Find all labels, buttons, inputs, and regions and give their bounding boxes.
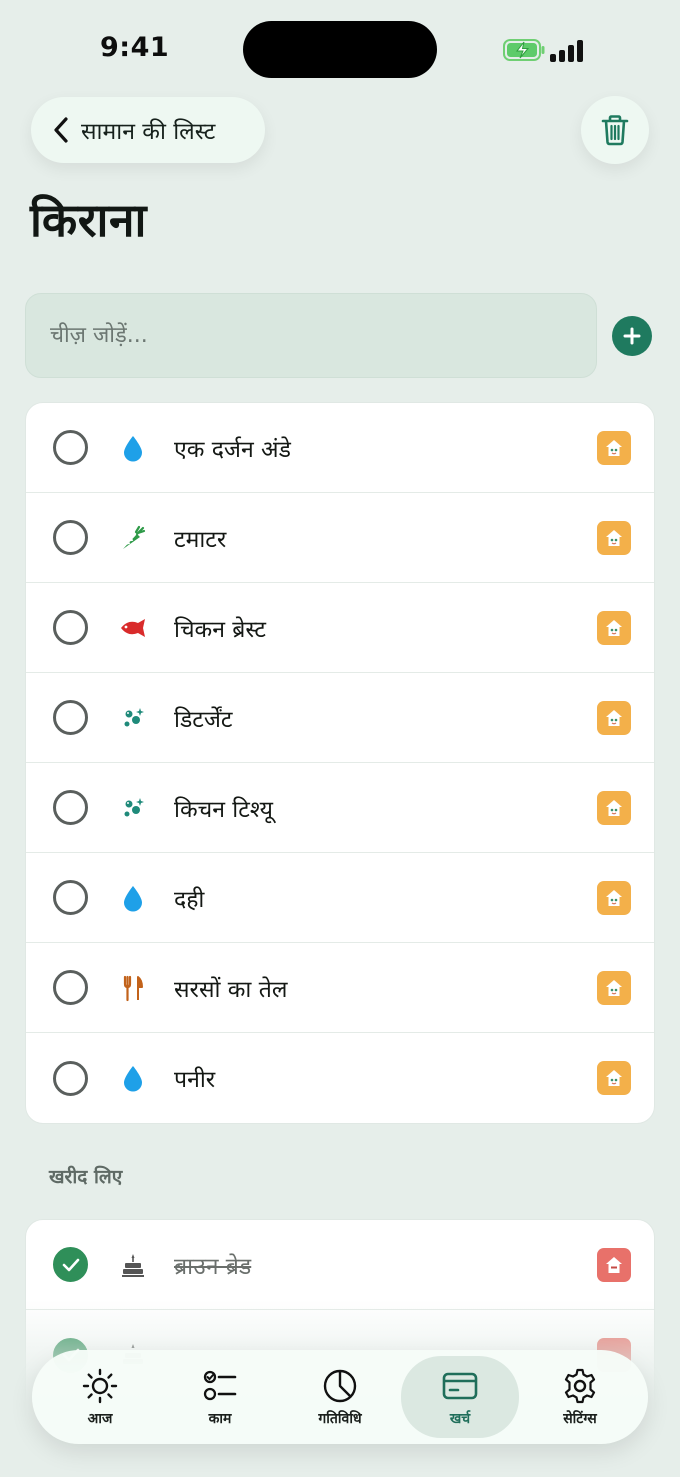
household-avatar-icon[interactable] [597, 790, 631, 825]
droplet-icon [118, 1063, 148, 1093]
household-avatar-icon[interactable] [597, 430, 631, 465]
pie-chart-icon [323, 1369, 357, 1402]
item-checkbox[interactable] [53, 520, 88, 555]
list-item[interactable]: सरसों का तेल [26, 943, 654, 1033]
list-item[interactable]: डिटर्जेंट [26, 673, 654, 763]
item-checkbox-checked[interactable] [53, 1247, 88, 1282]
list-item[interactable]: चिकन ब्रेस्ट [26, 583, 654, 673]
chevron-left-icon [54, 117, 68, 143]
tab-expenses[interactable]: खर्च [401, 1356, 519, 1438]
droplet-icon [118, 883, 148, 913]
status-bar: 9:41 [0, 0, 680, 100]
item-checkbox[interactable] [53, 1060, 88, 1096]
plus-icon [623, 327, 641, 345]
household-avatar-icon[interactable] [597, 1247, 631, 1282]
tab-label: सेटिंग्स [563, 1410, 597, 1427]
item-checkbox[interactable] [53, 880, 88, 915]
item-name: सरसों का तेल [174, 976, 288, 1003]
battery-charging-icon [503, 39, 545, 61]
bubbles-icon [118, 703, 148, 733]
add-item-field[interactable] [25, 293, 597, 378]
item-name: चिकन ब्रेस्ट [174, 616, 266, 643]
dynamic-island [243, 21, 437, 78]
item-name: ब्राउन ब्रेड [174, 1253, 252, 1280]
item-checkbox[interactable] [53, 430, 88, 465]
list-item[interactable]: किचन टिश्यू [26, 763, 654, 853]
list-item[interactable]: एक दर्जन अंडे [26, 403, 654, 493]
list-item[interactable]: टमाटर [26, 493, 654, 583]
sun-icon [82, 1368, 118, 1403]
household-avatar-icon[interactable] [597, 970, 631, 1005]
pending-items-list: एक दर्जन अंडे टमाटर चिकन ब्रेस्ट डिटर्जे… [25, 402, 655, 1124]
back-button[interactable]: सामान की लिस्ट [31, 97, 265, 163]
household-avatar-icon[interactable] [597, 880, 631, 915]
checkmark-icon [62, 1258, 79, 1271]
add-item-input[interactable] [26, 294, 596, 377]
item-name: किचन टिश्यू [174, 796, 273, 823]
tab-today[interactable]: आज [41, 1356, 159, 1438]
item-checkbox[interactable] [53, 970, 88, 1005]
item-checkbox[interactable] [53, 700, 88, 735]
droplet-icon [118, 433, 148, 463]
trash-icon [601, 115, 629, 146]
item-checkbox[interactable] [53, 790, 88, 825]
list-item[interactable]: ब्राउन ब्रेड [26, 1220, 654, 1310]
household-avatar-icon[interactable] [597, 1061, 631, 1095]
add-item-button[interactable] [612, 316, 652, 356]
item-name: टमाटर [174, 526, 227, 553]
tab-activity[interactable]: गतिविधि [281, 1356, 399, 1438]
tab-label: आज [87, 1410, 113, 1427]
list-item[interactable]: दही [26, 853, 654, 943]
tab-bar: आज काम गतिविधि खर्च सेटिंग्स [32, 1350, 648, 1444]
gear-icon [564, 1368, 596, 1403]
fish-icon [118, 613, 148, 643]
carrot-icon [118, 523, 148, 553]
tab-label: खर्च [449, 1410, 471, 1427]
item-name: डिटर्जेंट [174, 706, 233, 733]
household-avatar-icon[interactable] [597, 700, 631, 735]
card-icon [442, 1372, 478, 1399]
signal-icon [550, 38, 586, 62]
tab-tasks[interactable]: काम [161, 1356, 279, 1438]
bubbles-icon [118, 793, 148, 823]
tab-label: गतिविधि [318, 1410, 362, 1427]
back-button-label: सामान की लिस्ट [81, 119, 216, 145]
fork-knife-icon [118, 973, 148, 1003]
status-time: 9:41 [100, 32, 170, 63]
tab-label: काम [208, 1410, 232, 1427]
tab-settings[interactable]: सेटिंग्स [521, 1356, 639, 1438]
delete-list-button[interactable] [581, 96, 649, 164]
household-avatar-icon[interactable] [597, 610, 631, 645]
grocery-list-screen: 9:41 सामान की लिस्ट किराना चीज़ जोड़ें..… [0, 0, 680, 1477]
purchased-section-label: खरीद लिए [49, 1166, 123, 1188]
page-title: किराना [30, 193, 147, 247]
list-item[interactable]: पनीर [26, 1033, 654, 1123]
checklist-icon [203, 1370, 237, 1400]
item-checkbox[interactable] [53, 610, 88, 645]
household-avatar-icon[interactable] [597, 520, 631, 555]
item-name: दही [174, 886, 205, 913]
item-name: एक दर्जन अंडे [174, 436, 291, 463]
cake-icon [118, 1250, 148, 1280]
item-name: पनीर [174, 1067, 216, 1093]
